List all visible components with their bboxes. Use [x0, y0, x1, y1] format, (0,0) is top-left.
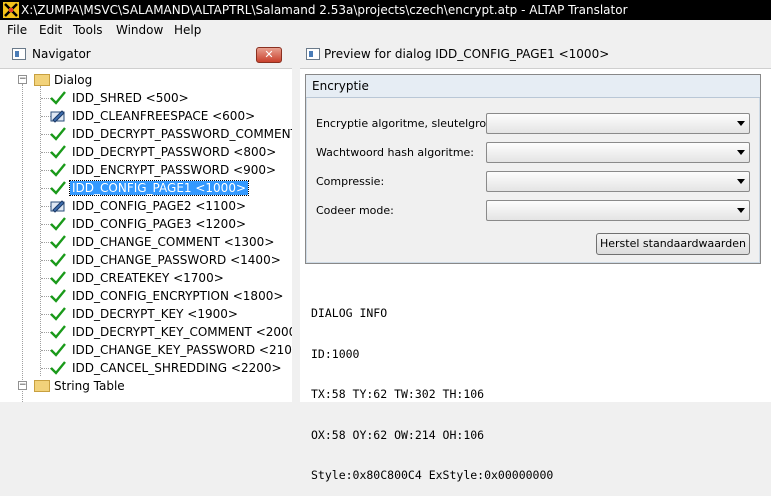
- tree-item-label: IDD_CONFIG_PAGE3 <1200>: [72, 217, 247, 231]
- tree-item[interactable]: IDD_CONFIG_PAGE2 <1100>: [0, 197, 290, 215]
- tree-item[interactable]: IDD_ENCRYPT_PASSWORD <900>: [0, 161, 290, 179]
- tree-item[interactable]: IDD_DECRYPT_PASSWORD_COMMENT: [0, 125, 293, 143]
- translated-check-icon: [50, 325, 66, 339]
- dialog-info: DIALOG INFO ID:1000 TX:58 TY:62 TW:302 T…: [311, 280, 553, 496]
- close-icon: ✕: [264, 48, 274, 61]
- info-line: OX:58 OY:62 OW:214 OH:106: [311, 427, 485, 442]
- tree-item-label: IDD_DECRYPT_PASSWORD_COMMENT: [72, 127, 293, 141]
- edit-pencil-icon: [50, 200, 65, 213]
- menu-file[interactable]: File: [7, 23, 27, 37]
- tree-item[interactable]: IDD_CONFIG_PAGE1 <1000>: [0, 179, 290, 197]
- tree-folder-label: Dialog: [54, 73, 93, 87]
- preview-title: Preview for dialog IDD_CONFIG_PAGE1 <100…: [324, 47, 610, 61]
- tree-item[interactable]: IDD_DECRYPT_PASSWORD <800>: [0, 143, 290, 161]
- translated-check-icon: [50, 289, 66, 303]
- tree-item[interactable]: IDD_CREATEKEY <1700>: [0, 269, 290, 287]
- navigator-title: Navigator: [32, 47, 91, 61]
- menu-tools[interactable]: Tools: [73, 23, 103, 37]
- translated-check-icon: [50, 91, 66, 105]
- tree-item-label: IDD_DECRYPT_KEY <1900>: [72, 307, 238, 321]
- tree-item-label: IDD_CHANGE_KEY_PASSWORD <2100>: [72, 343, 293, 357]
- tree-item-label: IDD_CONFIG_PAGE1 <1000>: [68, 180, 250, 196]
- reset-defaults-button[interactable]: Herstel standaardwaarden: [596, 233, 750, 255]
- tree-item-label: IDD_CREATEKEY <1700>: [72, 271, 224, 285]
- dialog-title-bar: Encryptie: [306, 75, 760, 98]
- tree-item-label: IDD_ENCRYPT_PASSWORD <900>: [72, 163, 277, 177]
- folder-icon: [34, 380, 50, 392]
- dropdown-arrow-icon: [737, 150, 745, 155]
- tree-item[interactable]: IDD_CLEANFREESPACE <600>: [0, 107, 290, 125]
- folder-icon: [34, 74, 50, 86]
- dialog-preview: Encryptie Encryptie algoritme, sleutelgr…: [305, 74, 761, 264]
- translated-check-icon: [50, 127, 66, 141]
- tree-item[interactable]: IDD_CONFIG_ENCRYPTION <1800>: [0, 287, 290, 305]
- title-bar: X:\ZUMPA\MSVC\SALAMAND\ALTAPTRL\Salamand…: [0, 0, 771, 20]
- navigator-header: Navigator ✕: [0, 42, 292, 69]
- mode-combo[interactable]: [486, 200, 750, 221]
- field-label-compression: Compressie:: [316, 175, 385, 188]
- tree-folder-dialog[interactable]: − Dialog: [0, 71, 290, 89]
- tree-item-label: IDD_DECRYPT_KEY_COMMENT <2000>: [72, 325, 293, 339]
- dropdown-arrow-icon: [737, 179, 745, 184]
- tree-folder-string-table[interactable]: − String Table: [0, 377, 290, 395]
- dropdown-arrow-icon: [737, 121, 745, 126]
- translated-check-icon: [50, 253, 66, 267]
- translated-check-icon: [50, 181, 66, 195]
- translated-check-icon: [50, 163, 66, 177]
- tree-item[interactable]: IDD_CHANGE_PASSWORD <1400>: [0, 251, 290, 269]
- info-line: Style:0x80C800C4 ExStyle:0x00000000: [311, 468, 554, 482]
- panel-icon: [12, 48, 26, 60]
- dropdown-arrow-icon: [737, 208, 745, 213]
- menu-edit[interactable]: Edit: [39, 23, 62, 37]
- tree-item[interactable]: IDD_SHRED <500>: [0, 89, 290, 107]
- app-icon: [3, 2, 19, 18]
- info-line: TX:58 TY:62 TW:302 TH:106: [311, 387, 485, 401]
- tree-item-label: IDD_CONFIG_PAGE2 <1100>: [72, 199, 247, 213]
- menu-help[interactable]: Help: [174, 23, 201, 37]
- tree-item-label: IDD_CHANGE_COMMENT <1300>: [72, 235, 275, 249]
- navigator-close-button[interactable]: ✕: [256, 47, 282, 63]
- panel-icon: [306, 48, 320, 60]
- tree-item[interactable]: IDD_DECRYPT_KEY <1900>: [0, 305, 290, 323]
- translated-check-icon: [50, 343, 66, 357]
- edit-pencil-icon: [50, 110, 65, 123]
- field-label-mode: Codeer mode:: [316, 204, 394, 217]
- translated-check-icon: [50, 307, 66, 321]
- translated-check-icon: [50, 145, 66, 159]
- menu-bar: File Edit Tools Window Help: [0, 20, 771, 40]
- translated-check-icon: [50, 217, 66, 231]
- info-line: DIALOG INFO: [311, 306, 388, 320]
- compression-combo[interactable]: [486, 171, 750, 192]
- field-label-hash: Wachtwoord hash algoritme:: [316, 146, 475, 159]
- preview-header: Preview for dialog IDD_CONFIG_PAGE1 <100…: [300, 42, 771, 69]
- tree-item-label: IDD_CONFIG_ENCRYPTION <1800>: [72, 289, 284, 303]
- tree-item[interactable]: IDD_CHANGE_COMMENT <1300>: [0, 233, 290, 251]
- window-title: X:\ZUMPA\MSVC\SALAMAND\ALTAPTRL\Salamand…: [21, 3, 628, 17]
- tree-item[interactable]: IDD_CANCEL_SHREDDING <2200>: [0, 359, 290, 377]
- algorithm-combo[interactable]: [486, 113, 750, 134]
- dialog-title: Encryptie: [312, 79, 369, 93]
- info-line: ID:1000: [311, 346, 360, 361]
- navigator-panel: Navigator ✕ − Dialog IDD_SHRED <500> IDD_…: [0, 42, 293, 402]
- tree-item-label: IDD_CANCEL_SHREDDING <2200>: [72, 361, 282, 375]
- tree-item[interactable]: IDD_CHANGE_KEY_PASSWORD <2100>: [0, 341, 293, 359]
- tree-item[interactable]: IDD_DECRYPT_KEY_COMMENT <2000>: [0, 323, 293, 341]
- tree-item-label: IDD_SHRED <500>: [72, 91, 189, 105]
- expand-icon[interactable]: −: [18, 381, 27, 390]
- tree-folder-label: String Table: [54, 379, 125, 393]
- menu-window[interactable]: Window: [116, 23, 163, 37]
- tree-item-label: IDD_DECRYPT_PASSWORD <800>: [72, 145, 277, 159]
- field-label-algorithm: Encryptie algoritme, sleutelgrootte:: [316, 117, 512, 130]
- tree-item-label: IDD_CLEANFREESPACE <600>: [72, 109, 256, 123]
- hash-combo[interactable]: [486, 142, 750, 163]
- tree-item[interactable]: IDD_CONFIG_PAGE3 <1200>: [0, 215, 290, 233]
- panel-splitter[interactable]: [292, 42, 300, 402]
- translated-check-icon: [50, 361, 66, 375]
- translated-check-icon: [50, 235, 66, 249]
- collapse-icon[interactable]: −: [18, 75, 27, 84]
- tree-item-label: IDD_CHANGE_PASSWORD <1400>: [72, 253, 281, 267]
- translated-check-icon: [50, 271, 66, 285]
